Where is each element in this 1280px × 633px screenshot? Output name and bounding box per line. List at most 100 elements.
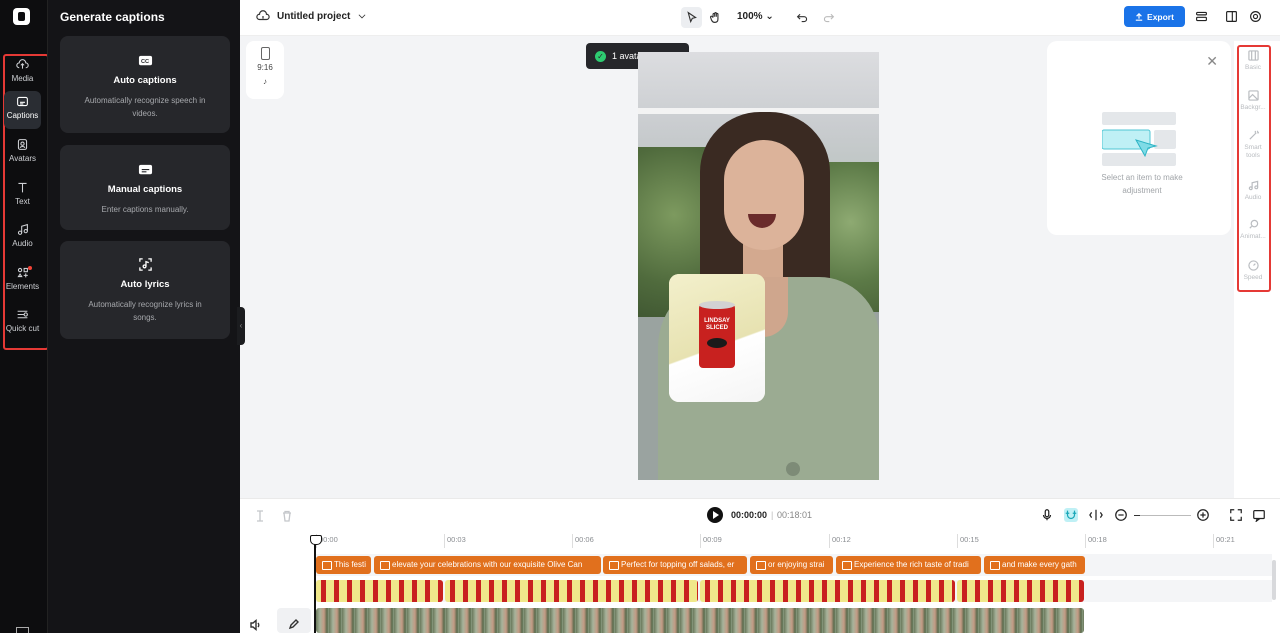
app-logo-icon[interactable]	[13, 8, 30, 25]
layers-button[interactable]	[1195, 10, 1208, 23]
microphone-button[interactable]	[1040, 508, 1054, 522]
rail-item-media[interactable]: Media	[4, 54, 41, 92]
properties-panel: ✕ Select an item to make adjustment	[1047, 41, 1231, 235]
card-description: Automatically recognize speech in videos…	[84, 96, 206, 118]
play-button[interactable]	[707, 507, 723, 523]
zoom-dropdown[interactable]: 100% ⌄	[737, 11, 774, 22]
tab-background[interactable]: Backgr...	[1238, 90, 1268, 112]
product-overlay-clip[interactable]: LINDSAY SLICED	[669, 274, 765, 402]
time-separator: |	[771, 510, 774, 520]
trash-icon	[283, 510, 291, 522]
rail-item-avatars[interactable]: Avatars	[4, 134, 41, 172]
card-title: Auto lyrics	[120, 279, 170, 290]
captions-icon	[17, 96, 28, 107]
tick: 00:15	[957, 534, 979, 548]
avatar-clip[interactable]	[957, 580, 1084, 602]
caption-clip[interactable]: elevate your celebrations with our exqui…	[374, 556, 601, 574]
rail-label-text: Text	[15, 197, 30, 206]
split-clip-button[interactable]	[254, 509, 266, 522]
timeline-zoom-slider[interactable]	[1134, 515, 1191, 516]
subtitles-icon	[138, 164, 152, 175]
feedback-button[interactable]	[1252, 508, 1266, 523]
magic-wand-icon	[1248, 130, 1259, 140]
top-bar: Untitled project 100% ⌄ Export	[240, 0, 1280, 36]
avatar-clip[interactable]	[316, 580, 443, 602]
caption-clip[interactable]: This festi	[316, 556, 371, 574]
rail-item-text[interactable]: Text	[4, 177, 41, 215]
undo-button[interactable]	[792, 7, 813, 28]
rail-item-audio[interactable]: Audio	[4, 219, 41, 257]
highlight-box-right	[1237, 45, 1271, 292]
export-label: Export	[1147, 11, 1174, 22]
video-clip[interactable]	[316, 608, 1084, 633]
select-tool-button[interactable]	[681, 7, 702, 28]
layout-button[interactable]	[1225, 10, 1238, 23]
collapse-panel-handle[interactable]: ‹	[237, 307, 245, 345]
timeline-scrollbar[interactable]	[1272, 560, 1276, 600]
speedometer-icon	[1247, 260, 1259, 271]
notification-dot	[28, 266, 32, 270]
auto-captions-card[interactable]: CC Auto captions Automatically recognize…	[60, 36, 230, 133]
cloud-icon	[256, 10, 270, 21]
gear-icon	[1250, 11, 1261, 22]
aspect-ratio-selector[interactable]: 9:16 ♪	[246, 41, 284, 99]
rail-item-captions[interactable]: Captions	[4, 91, 41, 129]
tab-label: Backgr...	[1240, 104, 1266, 111]
redo-button[interactable]	[818, 7, 839, 28]
avatar-clip[interactable]	[445, 580, 698, 602]
settings-button[interactable]	[1249, 10, 1262, 23]
rail-item-elements[interactable]: Elements	[4, 262, 41, 300]
split-panel-icon	[1226, 11, 1237, 22]
card-description: Automatically recognize lyrics in songs.	[88, 300, 202, 322]
cc-icon: CC	[138, 55, 152, 66]
can-olive-graphic	[707, 338, 727, 348]
tab-speed[interactable]: Speed	[1238, 260, 1268, 282]
close-icon[interactable]: ✕	[1206, 53, 1218, 70]
video-preview[interactable]	[638, 52, 879, 480]
tab-animation[interactable]: Animat...	[1238, 219, 1268, 241]
zoom-out-button[interactable]	[1114, 508, 1128, 522]
edit-cover-button[interactable]	[277, 608, 311, 633]
export-button[interactable]: Export	[1124, 6, 1185, 27]
tab-label: Speed	[1243, 274, 1263, 281]
delete-button[interactable]	[281, 509, 293, 522]
mute-track-button[interactable]	[250, 618, 262, 631]
tick: 00:21	[1213, 534, 1235, 548]
auto-lyrics-card[interactable]: Auto lyrics Automatically recognize lyri…	[60, 241, 230, 339]
project-title-dropdown[interactable]: Untitled project	[256, 9, 367, 23]
fullscreen-icon	[1230, 509, 1242, 521]
split-button[interactable]	[1089, 508, 1103, 522]
hand-tool-button[interactable]	[705, 7, 726, 28]
project-name: Untitled project	[277, 10, 351, 22]
keyboard-icon[interactable]	[16, 627, 29, 633]
manual-captions-card[interactable]: Manual captions Enter captions manually.	[60, 145, 230, 230]
left-rail: Media Captions Avatars Text Audio Elemen…	[0, 0, 49, 633]
avatar-clip[interactable]	[700, 580, 955, 602]
tab-label: Audio	[1244, 194, 1262, 201]
check-icon: ✓	[595, 50, 606, 62]
tab-smart-tools[interactable]: Smart tools	[1238, 130, 1268, 160]
caption-clip[interactable]: or enjoying strai	[750, 556, 833, 574]
rail-label-media: Media	[11, 74, 34, 83]
background-icon	[1247, 90, 1259, 101]
fullscreen-button[interactable]	[1229, 508, 1243, 522]
card-title: Manual captions	[107, 184, 183, 195]
caption-clip[interactable]: Perfect for topping off salads, er	[603, 556, 747, 574]
layers-icon	[1196, 11, 1207, 22]
timeline-ruler[interactable]: 00:00 00:03 00:06 00:09 00:12 00:15 00:1…	[240, 532, 1280, 552]
tab-audio[interactable]: Audio	[1238, 180, 1268, 202]
video-person-face	[724, 140, 804, 250]
tab-basic[interactable]: Basic	[1238, 50, 1268, 72]
avatar-icon	[17, 139, 28, 150]
card-description: Enter captions manually.	[101, 205, 189, 214]
rail-item-quick-cut[interactable]: Quick cut	[4, 304, 41, 348]
zoom-in-button[interactable]	[1196, 508, 1210, 522]
plus-circle-icon	[1197, 509, 1209, 521]
playhead[interactable]	[310, 535, 322, 633]
auto-snap-button[interactable]	[1064, 508, 1078, 522]
minus-circle-icon	[1115, 509, 1127, 521]
caption-clip[interactable]: and make every gath	[984, 556, 1085, 574]
quick-cut-icon	[17, 310, 28, 319]
undo-icon	[796, 13, 808, 23]
caption-clip[interactable]: Experience the rich taste of tradi	[836, 556, 981, 574]
